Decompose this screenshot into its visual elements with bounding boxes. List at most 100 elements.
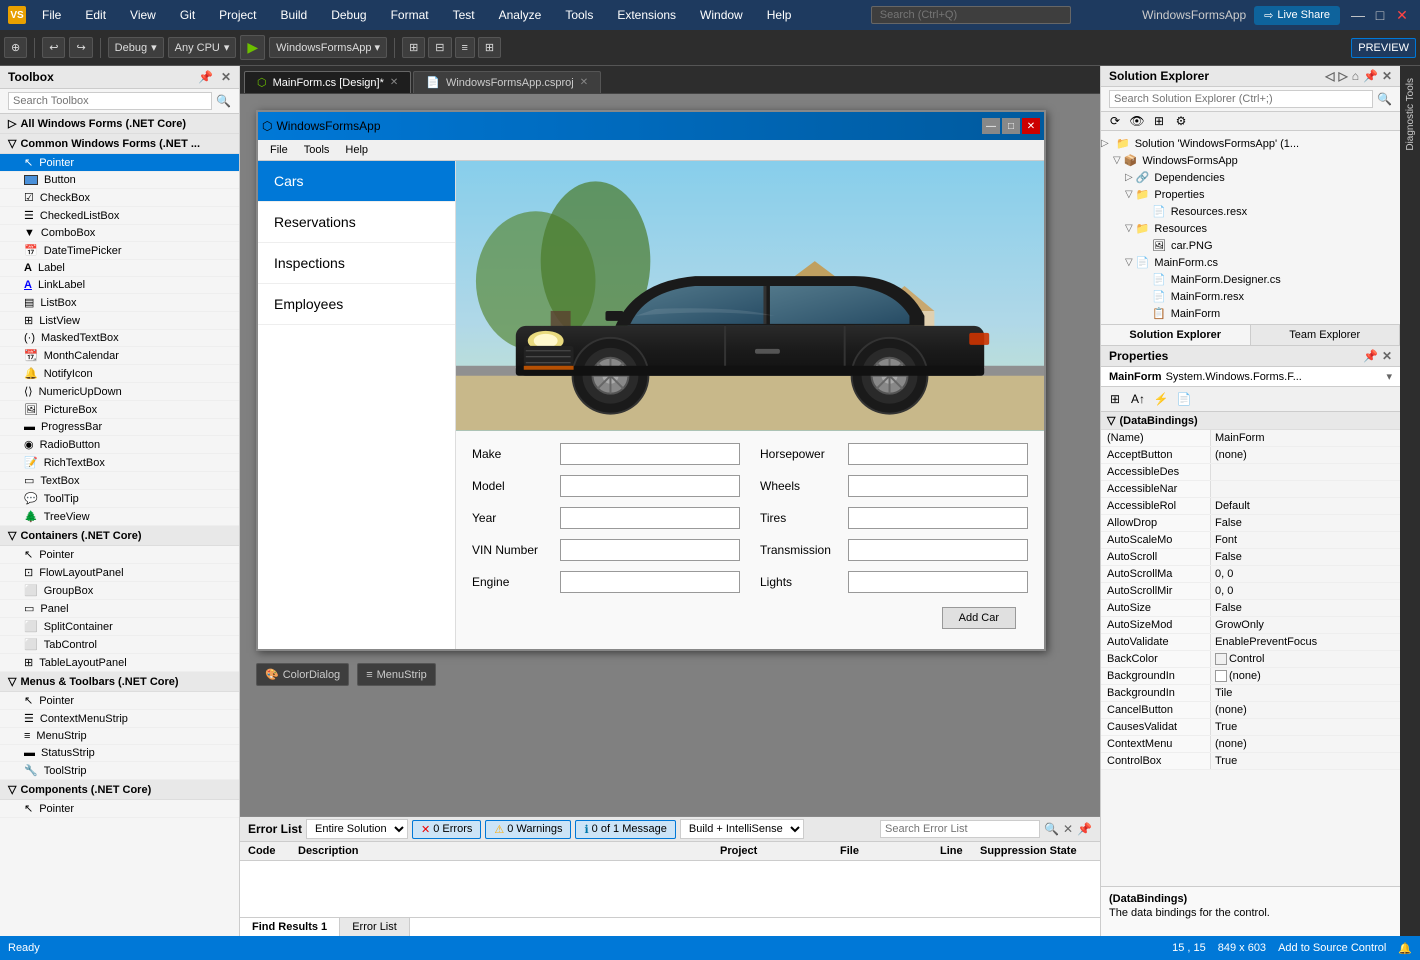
preview-button[interactable]: PREVIEW	[1351, 38, 1416, 58]
platform-dropdown[interactable]: Any CPU ▾	[168, 37, 237, 58]
form-minimize-button[interactable]: —	[982, 118, 1000, 134]
toolbox-item-progressbar[interactable]: ▬ ProgressBar	[0, 419, 239, 436]
prop-row-name[interactable]: (Name) MainForm	[1101, 430, 1400, 447]
prop-show-events-button[interactable]: ⚡	[1151, 389, 1171, 409]
tab-close-2[interactable]: ✕	[580, 77, 588, 88]
toolbox-item-checkedlistbox[interactable]: ☰ CheckedListBox	[0, 207, 239, 225]
se-close-icon[interactable]: ✕	[1382, 69, 1392, 83]
toolbox-item-tablelayoutpanel[interactable]: ⊞ TableLayoutPanel	[0, 654, 239, 672]
toolbar-icon-1[interactable]: ⊞	[402, 37, 425, 58]
form-maximize-button[interactable]: □	[1002, 118, 1020, 134]
field-input-make[interactable]	[560, 443, 740, 465]
nav-item-cars[interactable]: Cars	[258, 161, 455, 202]
field-input-year[interactable]	[560, 507, 740, 529]
tree-mainform-resx[interactable]: 📄 MainForm.resx	[1101, 288, 1400, 305]
field-input-model[interactable]	[560, 475, 740, 497]
prop-row-backcolor[interactable]: BackColor Control	[1101, 651, 1400, 668]
se-nav-back-icon[interactable]: ◁	[1325, 69, 1334, 83]
redo-button[interactable]: ↪	[69, 37, 92, 58]
find-results-tab[interactable]: Find Results 1	[240, 918, 340, 936]
prop-row-controlbox[interactable]: ControlBox True	[1101, 753, 1400, 770]
menu-tools[interactable]: Tools	[557, 4, 601, 26]
warnings-button[interactable]: ⚠ 0 Warnings	[485, 820, 571, 839]
nav-item-employees[interactable]: Employees	[258, 284, 455, 325]
tree-solution[interactable]: ▷ 📁 Solution 'WindowsFormsApp' (1...	[1101, 135, 1400, 152]
error-list-pin-icon[interactable]: 📌	[1077, 822, 1092, 836]
prop-row-autoscrollmir[interactable]: AutoScrollMir 0, 0	[1101, 583, 1400, 600]
toolbox-item-groupbox[interactable]: ⬜ GroupBox	[0, 582, 239, 600]
form-menu-tools[interactable]: Tools	[296, 142, 338, 158]
add-car-button[interactable]: Add Car	[942, 607, 1016, 629]
toolbox-item-splitcontainer[interactable]: ⬜ SplitContainer	[0, 618, 239, 636]
toolbox-item-pointer-menus[interactable]: ↖ Pointer	[0, 692, 239, 710]
form-menu-file[interactable]: File	[262, 142, 296, 158]
toolbox-item-pointer-components[interactable]: ↖ Pointer	[0, 800, 239, 818]
field-input-lights[interactable]	[848, 571, 1028, 593]
toolbox-item-button[interactable]: Button	[0, 172, 239, 189]
se-pin-icon[interactable]: 📌	[1363, 69, 1378, 83]
toolbox-item-notifyicon[interactable]: 🔔 NotifyIcon	[0, 365, 239, 383]
toolbox-item-richtextbox[interactable]: 📝 RichTextBox	[0, 454, 239, 472]
tree-properties[interactable]: ▽ 📁 Properties	[1101, 186, 1400, 203]
tree-mainform-designer[interactable]: 📄 MainForm.Designer.cs	[1101, 271, 1400, 288]
error-list-tab[interactable]: Error List	[340, 918, 410, 936]
form-menu-help[interactable]: Help	[337, 142, 376, 158]
prop-row-accessibledes[interactable]: AccessibleDes	[1101, 464, 1400, 481]
se-settings-icon[interactable]: ⚙	[1171, 114, 1191, 128]
menu-project[interactable]: Project	[211, 4, 264, 26]
prop-row-contextmenu[interactable]: ContextMenu (none)	[1101, 736, 1400, 753]
toolbox-pin-icon[interactable]: 📌	[198, 70, 213, 84]
col-project[interactable]: Project	[716, 844, 836, 858]
solution-explorer-tab[interactable]: Solution Explorer	[1101, 325, 1251, 345]
prop-row-autoscrollma[interactable]: AutoScrollMa 0, 0	[1101, 566, 1400, 583]
nav-item-inspections[interactable]: Inspections	[258, 243, 455, 284]
field-input-transmission[interactable]	[848, 539, 1028, 561]
se-home-icon[interactable]: ⌂	[1352, 69, 1359, 83]
toolbar-icon-2[interactable]: ⊟	[428, 37, 451, 58]
prop-property-pages-button[interactable]: 📄	[1174, 389, 1194, 409]
menu-debug[interactable]: Debug	[323, 4, 374, 26]
props-close-icon[interactable]: ✕	[1382, 349, 1392, 363]
error-list-close-icon[interactable]: ✕	[1063, 822, 1073, 836]
toolbox-item-menustrip[interactable]: ≡ MenuStrip	[0, 728, 239, 745]
toolbox-category-common[interactable]: ▽ Common Windows Forms (.NET ...	[0, 134, 239, 154]
toolbox-item-label[interactable]: A Label	[0, 260, 239, 277]
toolbox-item-panel[interactable]: ▭ Panel	[0, 600, 239, 618]
title-search-input[interactable]	[871, 6, 1071, 24]
props-dropdown-icon[interactable]: ▾	[1386, 370, 1392, 383]
toolbox-item-combobox[interactable]: ▼ ComboBox	[0, 225, 239, 242]
tree-project[interactable]: ▽ 📦 WindowsFormsApp	[1101, 152, 1400, 169]
toolbox-item-tabcontrol[interactable]: ⬜ TabControl	[0, 636, 239, 654]
nav-item-reservations[interactable]: Reservations	[258, 202, 455, 243]
color-dialog-component[interactable]: 🎨 ColorDialog	[256, 663, 349, 686]
se-filter-icon[interactable]: ⊞	[1149, 114, 1169, 128]
prop-row-accessiblerol[interactable]: AccessibleRol Default	[1101, 498, 1400, 515]
toolbox-item-numericupdown[interactable]: ⟨⟩ NumericUpDown	[0, 383, 239, 401]
toolbox-item-contextmenustrip[interactable]: ☰ ContextMenuStrip	[0, 710, 239, 728]
toolbox-category-menus[interactable]: ▽ Menus & Toolbars (.NET Core)	[0, 672, 239, 692]
toolbox-item-listview[interactable]: ⊞ ListView	[0, 312, 239, 330]
prop-row-autosize[interactable]: AutoSize False	[1101, 600, 1400, 617]
tree-dependencies[interactable]: ▷ 🔗 Dependencies	[1101, 169, 1400, 186]
prop-category-databindings[interactable]: ▽ (DataBindings)	[1101, 412, 1400, 430]
menu-format[interactable]: Format	[383, 4, 437, 26]
se-view-icon[interactable]: 👁	[1127, 114, 1147, 128]
undo-button[interactable]: ↩	[42, 37, 65, 58]
col-line[interactable]: Line	[936, 844, 976, 858]
menu-analyze[interactable]: Analyze	[491, 4, 550, 26]
prop-row-autoscroll[interactable]: AutoScroll False	[1101, 549, 1400, 566]
new-project-button[interactable]: ⊕	[4, 37, 27, 58]
menu-strip-component[interactable]: ≡ MenuStrip	[357, 663, 436, 686]
minimize-button[interactable]: —	[1348, 5, 1368, 25]
toolbox-search-input[interactable]	[8, 92, 212, 110]
toolbox-category-containers[interactable]: ▽ Containers (.NET Core)	[0, 526, 239, 546]
prop-by-category-button[interactable]: ⊞	[1105, 389, 1125, 409]
maximize-button[interactable]: □	[1370, 5, 1390, 25]
prop-row-acceptbutton[interactable]: AcceptButton (none)	[1101, 447, 1400, 464]
toolbox-item-maskedtextbox[interactable]: (·) MaskedTextBox	[0, 330, 239, 347]
toolbox-item-statusstrip[interactable]: ▬ StatusStrip	[0, 745, 239, 762]
props-pin-icon[interactable]: 📌	[1363, 349, 1378, 363]
toolbar-icon-4[interactable]: ⊞	[478, 37, 501, 58]
menu-window[interactable]: Window	[692, 4, 751, 26]
bell-icon[interactable]: 🔔	[1398, 942, 1412, 955]
